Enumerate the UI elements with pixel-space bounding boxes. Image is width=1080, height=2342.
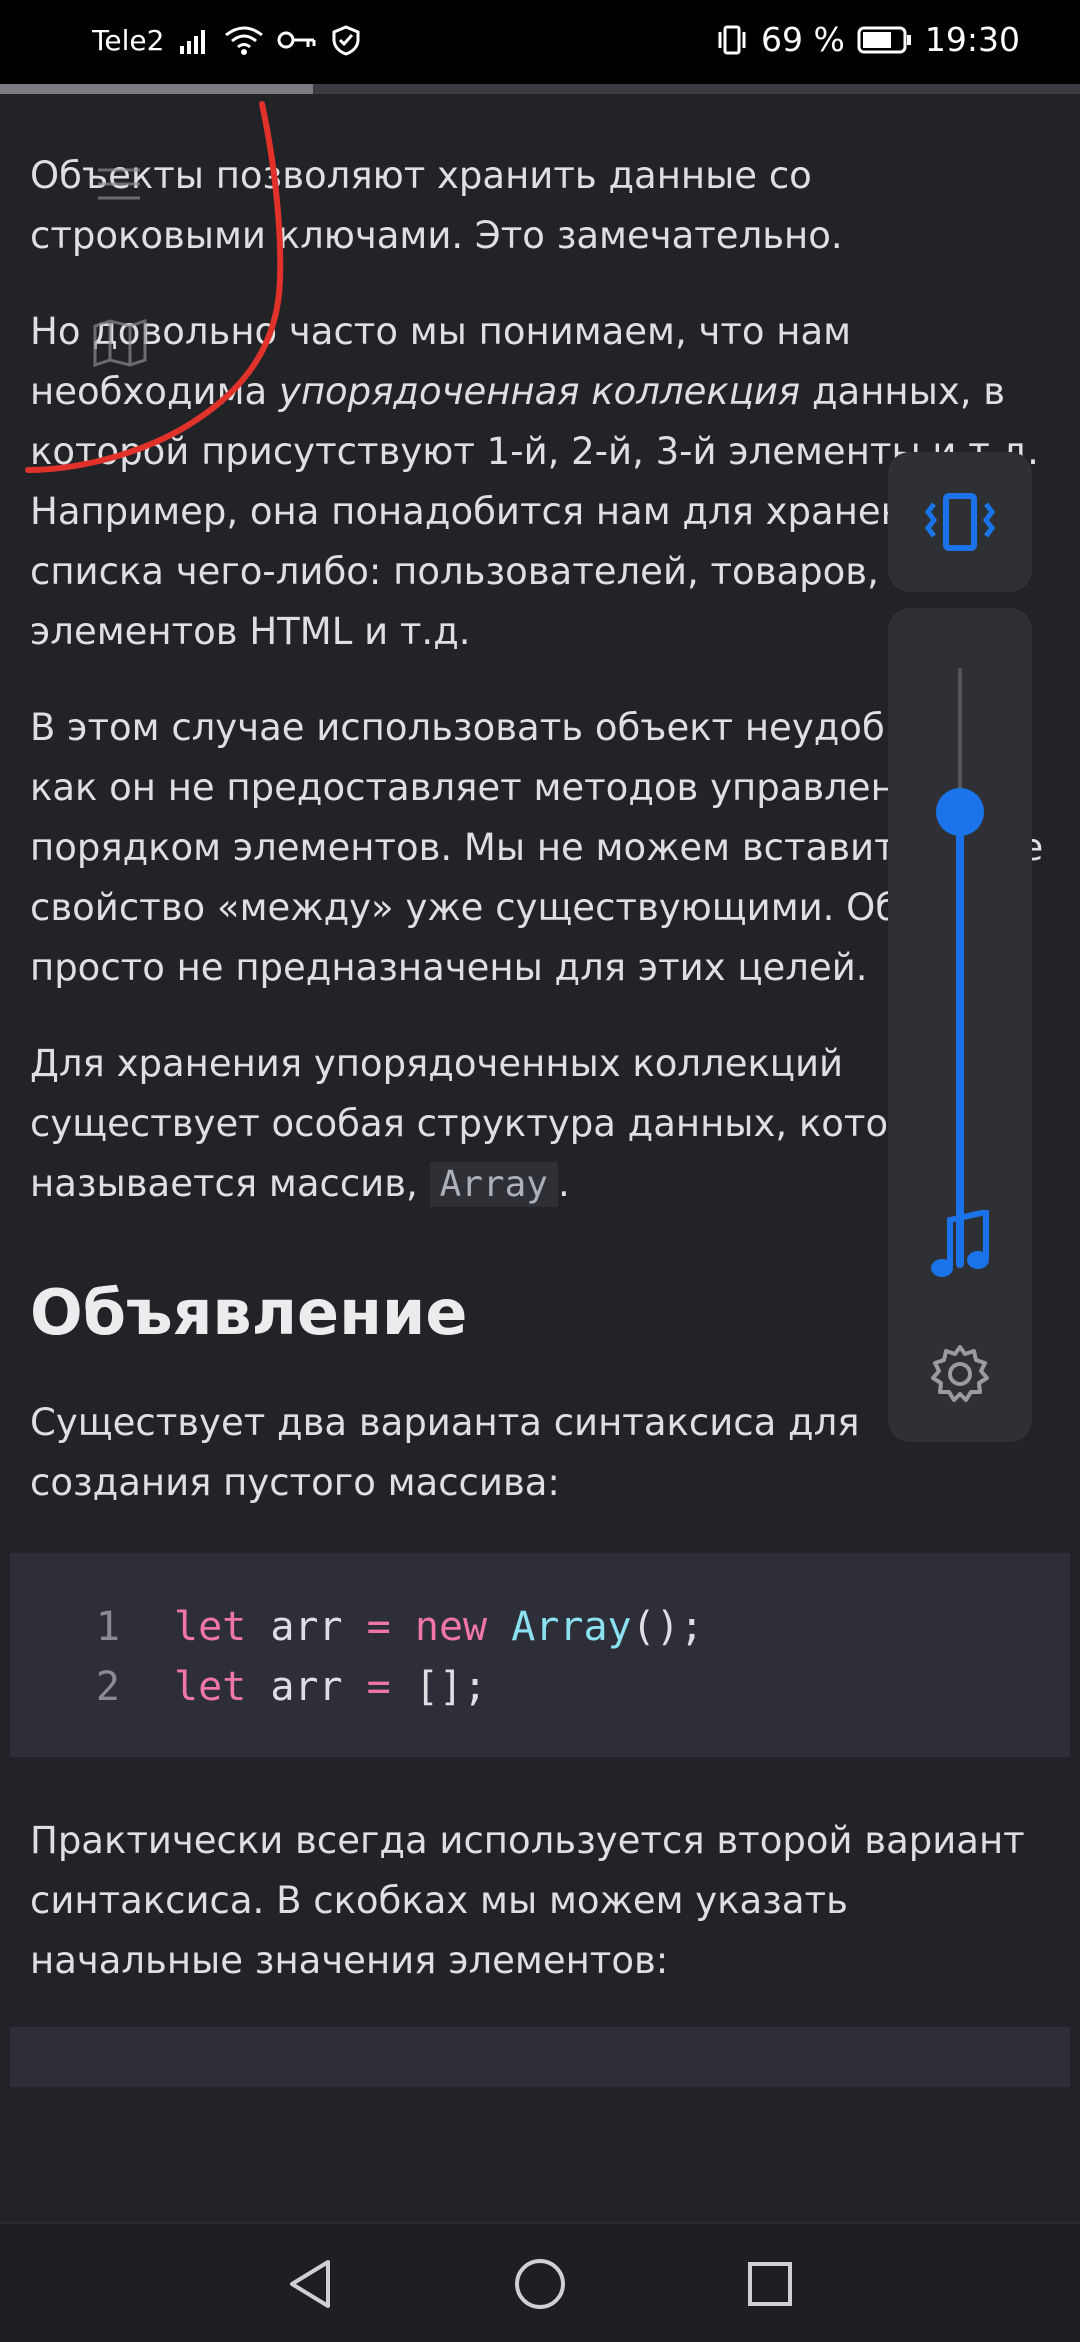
- back-icon: [290, 2260, 330, 2308]
- vibrate-mode-button[interactable]: [888, 452, 1032, 592]
- code-block: 1 let arr = new Array(); 2 let arr = [];: [10, 1553, 1070, 1757]
- home-icon: [515, 2259, 565, 2309]
- volume-slider-fill: [956, 812, 964, 1268]
- volume-slider-knob[interactable]: [936, 788, 984, 836]
- battery-percent: 69 %: [761, 20, 845, 59]
- recents-button[interactable]: [740, 2254, 800, 2314]
- vpn-key-icon: [277, 31, 316, 49]
- clock: 19:30: [924, 20, 1020, 59]
- navigation-bar: [0, 2222, 1080, 2342]
- carrier-label: Tele2: [92, 24, 165, 57]
- code-line-1: 1 let arr = new Array();: [95, 1604, 704, 1650]
- battery-icon: [857, 26, 911, 53]
- code-block-2: [10, 2027, 1070, 2087]
- shield-icon: [332, 25, 360, 56]
- red-ink-stroke: [25, 101, 284, 473]
- recents-icon: [748, 2262, 792, 2306]
- media-volume-button[interactable]: [924, 1204, 996, 1288]
- inline-code-array: Array: [429, 1162, 558, 1207]
- vibrate-status-icon: [718, 25, 746, 54]
- home-button[interactable]: [510, 2254, 570, 2314]
- volume-panel: [888, 608, 1032, 1442]
- status-bar: Tele2 69 % 19:30: [0, 0, 1080, 84]
- back-button[interactable]: [280, 2254, 340, 2314]
- code-line-2: 2 let arr = [];: [95, 1664, 488, 1710]
- signal-icon: [180, 30, 205, 54]
- sound-settings-button[interactable]: [924, 1338, 996, 1410]
- paragraph-6: Практически всегда используется второй в…: [30, 1819, 1025, 1982]
- vibrate-icon: [924, 493, 996, 551]
- music-note-icon: [931, 1210, 989, 1277]
- wifi-icon: [225, 26, 263, 55]
- gear-icon: [931, 1345, 989, 1402]
